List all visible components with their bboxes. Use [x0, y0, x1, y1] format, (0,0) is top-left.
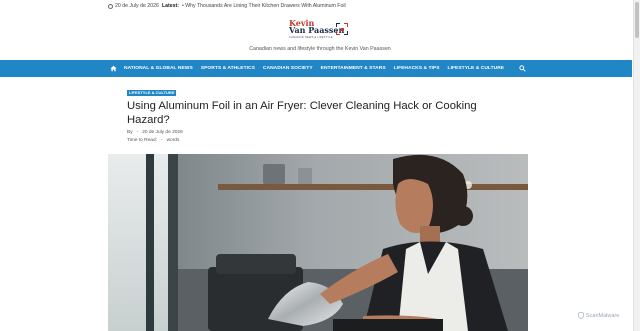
- hero-photo-illustration: [108, 154, 528, 331]
- latest-headline-link[interactable]: • Why Thousands Are Lining Their Kitchen…: [182, 3, 346, 9]
- latest-label: Latest:: [162, 3, 180, 9]
- shield-icon: [578, 312, 584, 319]
- article-title: Using Aluminum Foil in an Air Fryer: Cle…: [127, 100, 477, 126]
- page-scrollbar[interactable]: [633, 0, 640, 331]
- latest-ticker: Latest: • Why Thousands Are Lining Their…: [162, 3, 346, 9]
- nav-item-lifehacks-tips[interactable]: LIFEHACKS & TIPS: [394, 66, 440, 71]
- publish-date: 20 de July de 2026: [142, 130, 183, 135]
- top-bar: 20 de July de 2026 Latest: • Why Thousan…: [0, 0, 632, 12]
- watermark: ScanMalware: [578, 312, 619, 319]
- reading-time: Time to Read: - words: [127, 138, 179, 143]
- words-label: words: [166, 138, 180, 143]
- logo-frame-icon: [336, 23, 348, 35]
- nav-item-entertainment-stars[interactable]: ENTERTAINMENT & STARS: [321, 66, 386, 71]
- watermark-text: ScanMalware: [586, 312, 620, 319]
- nav-item-sports-athletics[interactable]: SPORTS & ATHLETICS: [201, 66, 255, 71]
- nav-item-canadian-society[interactable]: CANADIAN SOCIETY: [263, 66, 313, 71]
- scrollbar-thumb[interactable]: [635, 2, 639, 38]
- nav-item-national-global-news[interactable]: NATIONAL & GLOBAL NEWS: [124, 66, 193, 71]
- nav-item-lifestyle-culture[interactable]: LIFESTYLE & CULTURE: [448, 66, 505, 71]
- hero-image: [108, 154, 528, 331]
- author-name[interactable]: -: [137, 130, 139, 135]
- clock-icon: [108, 3, 113, 9]
- search-icon[interactable]: [519, 65, 526, 72]
- home-icon[interactable]: [110, 65, 117, 72]
- topbar-date: 20 de July de 2026: [108, 3, 159, 9]
- main-nav: NATIONAL & GLOBAL NEWS SPORTS & ATHLETIC…: [0, 60, 632, 77]
- time-to-read-value: -: [160, 138, 163, 143]
- logo-line-3: CANADIAN NEWS & LIFESTYLE: [289, 36, 333, 39]
- site-tagline: Canadian news and lifestyle through the …: [249, 46, 391, 52]
- article-byline: By - 20 de July de 2026: [127, 130, 183, 135]
- time-to-read-label: Time to Read:: [127, 138, 157, 143]
- topbar-date-text: 20 de July de 2026: [115, 3, 159, 9]
- category-badge[interactable]: LIFESTYLE & CULTURE: [127, 90, 177, 96]
- by-label: By: [127, 130, 133, 135]
- site-logo[interactable]: Kevin Van Paassen CANADIAN NEWS & LIFEST…: [289, 19, 351, 45]
